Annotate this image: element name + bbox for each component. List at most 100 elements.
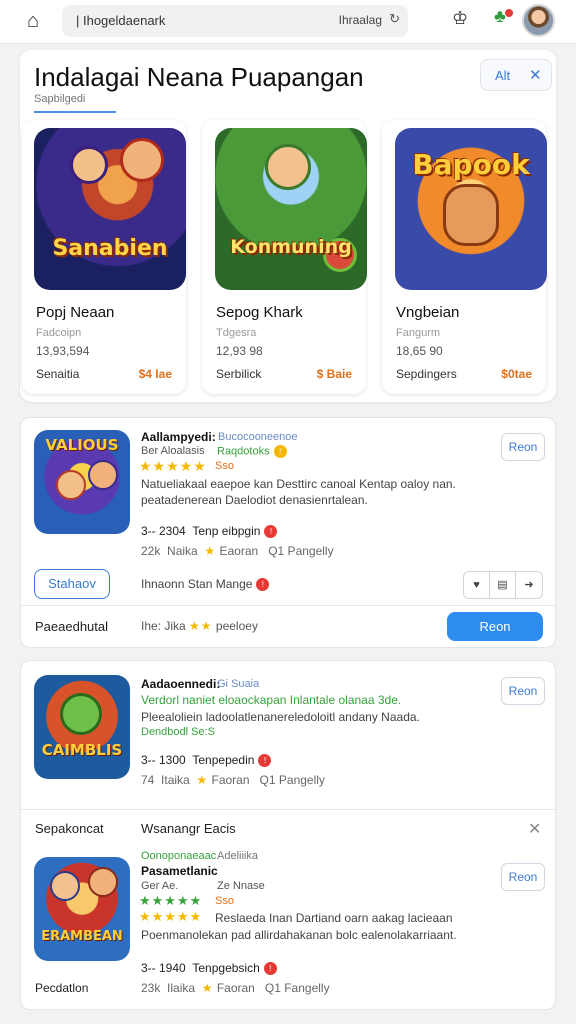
footer-text: Ihe: Jika bbox=[141, 619, 186, 633]
stat-label: Q1 Pangelly bbox=[268, 544, 334, 558]
warning-badge-icon: ! bbox=[258, 754, 272, 768]
app-meta-row: 3-- 2304 Tenp eibpgin! bbox=[141, 524, 278, 539]
app-tag-text: Raqdotoks bbox=[217, 445, 270, 458]
meta-text: Tenp eibpgin bbox=[192, 524, 261, 538]
close-icon[interactable]: ✕ bbox=[529, 66, 542, 84]
reload-icon[interactable]: ↻ bbox=[389, 11, 400, 27]
share-icon[interactable]: ➜ bbox=[516, 572, 542, 598]
stat-count: 22k bbox=[141, 544, 161, 558]
app-icon-image[interactable]: CAIMBLIS bbox=[34, 675, 130, 779]
game-cover-image: Sanabien bbox=[34, 128, 186, 290]
avatar[interactable] bbox=[522, 4, 555, 37]
app-title[interactable]: Aallampyedi: bbox=[141, 430, 216, 444]
stat-label: Naika bbox=[167, 544, 198, 558]
stat-label: Eaoran bbox=[219, 544, 259, 558]
action-segment-group: ♥ ▤ ➜ bbox=[463, 571, 543, 599]
character-body bbox=[443, 184, 499, 246]
close-icon[interactable]: ✕ bbox=[528, 819, 541, 839]
character-head bbox=[265, 144, 311, 190]
app-list-card: VALIOUS Aallampyedi: Bucocooneenoe Ber A… bbox=[20, 417, 556, 648]
action-text: Ihnaonn Stan Mange bbox=[141, 577, 253, 591]
star-icon: ★★ bbox=[189, 619, 213, 633]
game-name: Popj Neaan bbox=[36, 304, 115, 321]
stat-count: 74 bbox=[141, 773, 155, 787]
store-icon[interactable]: ♔ bbox=[452, 8, 468, 29]
app-title[interactable]: Pasametlanic bbox=[141, 864, 218, 878]
app-publisher: Ber Aloalasis bbox=[141, 445, 205, 457]
app-description: Natueliakaal eaepoe kan Desttirc canoal … bbox=[141, 477, 456, 491]
download-count: 18,65 90 bbox=[396, 344, 443, 358]
stat-label: Q1 Pangelly bbox=[259, 773, 325, 787]
meta-number: 3-- 1940 bbox=[141, 961, 186, 975]
app-meta-row: 3-- 1940 Tenpgebsich! bbox=[141, 961, 277, 976]
stat-count: 23k bbox=[141, 981, 161, 995]
game-category: Senaitia bbox=[36, 367, 80, 381]
notification-icon[interactable]: ♣ bbox=[494, 6, 506, 27]
game-cover-image: Konmuning bbox=[215, 128, 367, 290]
rating-value: Sso bbox=[215, 895, 234, 907]
page-title: Indalagai Neana Puapangan bbox=[34, 62, 364, 92]
tag-badge-icon: ! bbox=[273, 445, 287, 458]
stat-label: Faoran bbox=[211, 773, 250, 787]
meta-number: 3-- 2304 bbox=[141, 524, 186, 538]
divider bbox=[21, 809, 555, 810]
character-head bbox=[88, 460, 118, 490]
heart-icon[interactable]: ♥ bbox=[464, 572, 490, 598]
get-button[interactable]: Reon bbox=[501, 433, 545, 461]
warning-badge-icon: ! bbox=[263, 962, 277, 976]
game-cover-title: Konmuning bbox=[230, 236, 352, 258]
get-button[interactable]: Reon bbox=[501, 863, 545, 891]
app-tag: Oonoponaeaac bbox=[141, 850, 217, 862]
download-count: 13,93,594 bbox=[36, 344, 90, 358]
stat-label: Itaika bbox=[161, 773, 190, 787]
secondary-button[interactable]: Stahaov bbox=[34, 569, 110, 599]
game-name: Sepog Khark bbox=[216, 304, 303, 321]
character-head bbox=[60, 693, 102, 735]
app-title[interactable]: Aadaoennedi: bbox=[141, 677, 220, 691]
stat-label: Ilaika bbox=[167, 981, 196, 995]
url-right-text: Ihraalag bbox=[338, 13, 382, 27]
address-bar[interactable]: | Ihogeldaenark Ihraalag ↻ bbox=[62, 5, 408, 37]
app-stats-row: 22k Naika ★ Eaoran Q1 Pangelly bbox=[141, 544, 334, 558]
featured-panel: Indalagai Neana Puapangan Sapbilgedi Alt… bbox=[20, 50, 556, 402]
app-highlight: Verdorl naniet eloaockapan Inlantale ola… bbox=[141, 693, 402, 707]
download-count: 12,93 98 bbox=[216, 344, 263, 358]
section-label: Sepakoncat bbox=[35, 821, 104, 836]
game-developer: Fadcoipn bbox=[36, 327, 82, 339]
app-icon-image[interactable]: VALIOUS bbox=[34, 430, 130, 534]
app-title-extra: Adeliiika bbox=[217, 850, 258, 862]
app-title-extra: Bucocooneenoe bbox=[218, 431, 298, 443]
featured-card[interactable]: Sanabien Popj Neaan Fadcoipn 13,93,594 S… bbox=[22, 120, 186, 394]
app-description: Pleealoliein ladoolatlenanereledoloitl a… bbox=[141, 710, 420, 724]
primary-button[interactable]: Reon bbox=[447, 612, 543, 641]
star-rating: ★★★★★ bbox=[139, 458, 207, 474]
notification-dot bbox=[505, 9, 513, 17]
app-icon-title: VALIOUS bbox=[45, 436, 119, 454]
rating-value: Sso bbox=[215, 460, 234, 472]
alt-button[interactable]: Alt ✕ bbox=[480, 59, 552, 91]
get-button[interactable]: Reon bbox=[501, 677, 545, 705]
star-icon: ★ bbox=[196, 773, 209, 787]
game-cover-image: Bapook bbox=[395, 128, 547, 290]
game-category: Sepdingers bbox=[396, 367, 457, 381]
app-publisher: Ger Ae. bbox=[141, 880, 179, 892]
character-head bbox=[56, 470, 86, 500]
alt-label: Alt bbox=[495, 68, 511, 83]
app-icon-image[interactable]: ERAMBEAN bbox=[34, 857, 130, 961]
stat-label: Q1 Fangelly bbox=[264, 981, 330, 995]
star-rating: ★★★★★ bbox=[139, 909, 203, 924]
featured-card[interactable]: Konmuning Sepog Khark Tdgesra 12,93 98 S… bbox=[202, 120, 367, 394]
game-cover-title: Sanabien bbox=[52, 236, 168, 261]
featured-card[interactable]: Bapook Vngbeian Fangurm 18,65 90 Sepding… bbox=[382, 120, 547, 394]
warning-badge-icon: ! bbox=[256, 578, 270, 592]
app-meta-row: 3-- 1300 Tenpepedin! bbox=[141, 753, 272, 768]
home-icon[interactable]: ⌂ bbox=[20, 8, 46, 34]
action-row: Ihnaonn Stan Mange! bbox=[141, 577, 270, 592]
footer-label: Pecdatlon bbox=[35, 981, 89, 995]
list-icon[interactable]: ▤ bbox=[490, 572, 516, 598]
featured-tab[interactable]: Sapbilgedi bbox=[34, 93, 85, 105]
app-stats-row: 23k Ilaika ★ Faoran Q1 Fangelly bbox=[141, 981, 330, 995]
tab-underline bbox=[34, 111, 116, 113]
game-category: Serbilick bbox=[216, 367, 262, 381]
game-price: $4 Iae bbox=[138, 367, 172, 381]
